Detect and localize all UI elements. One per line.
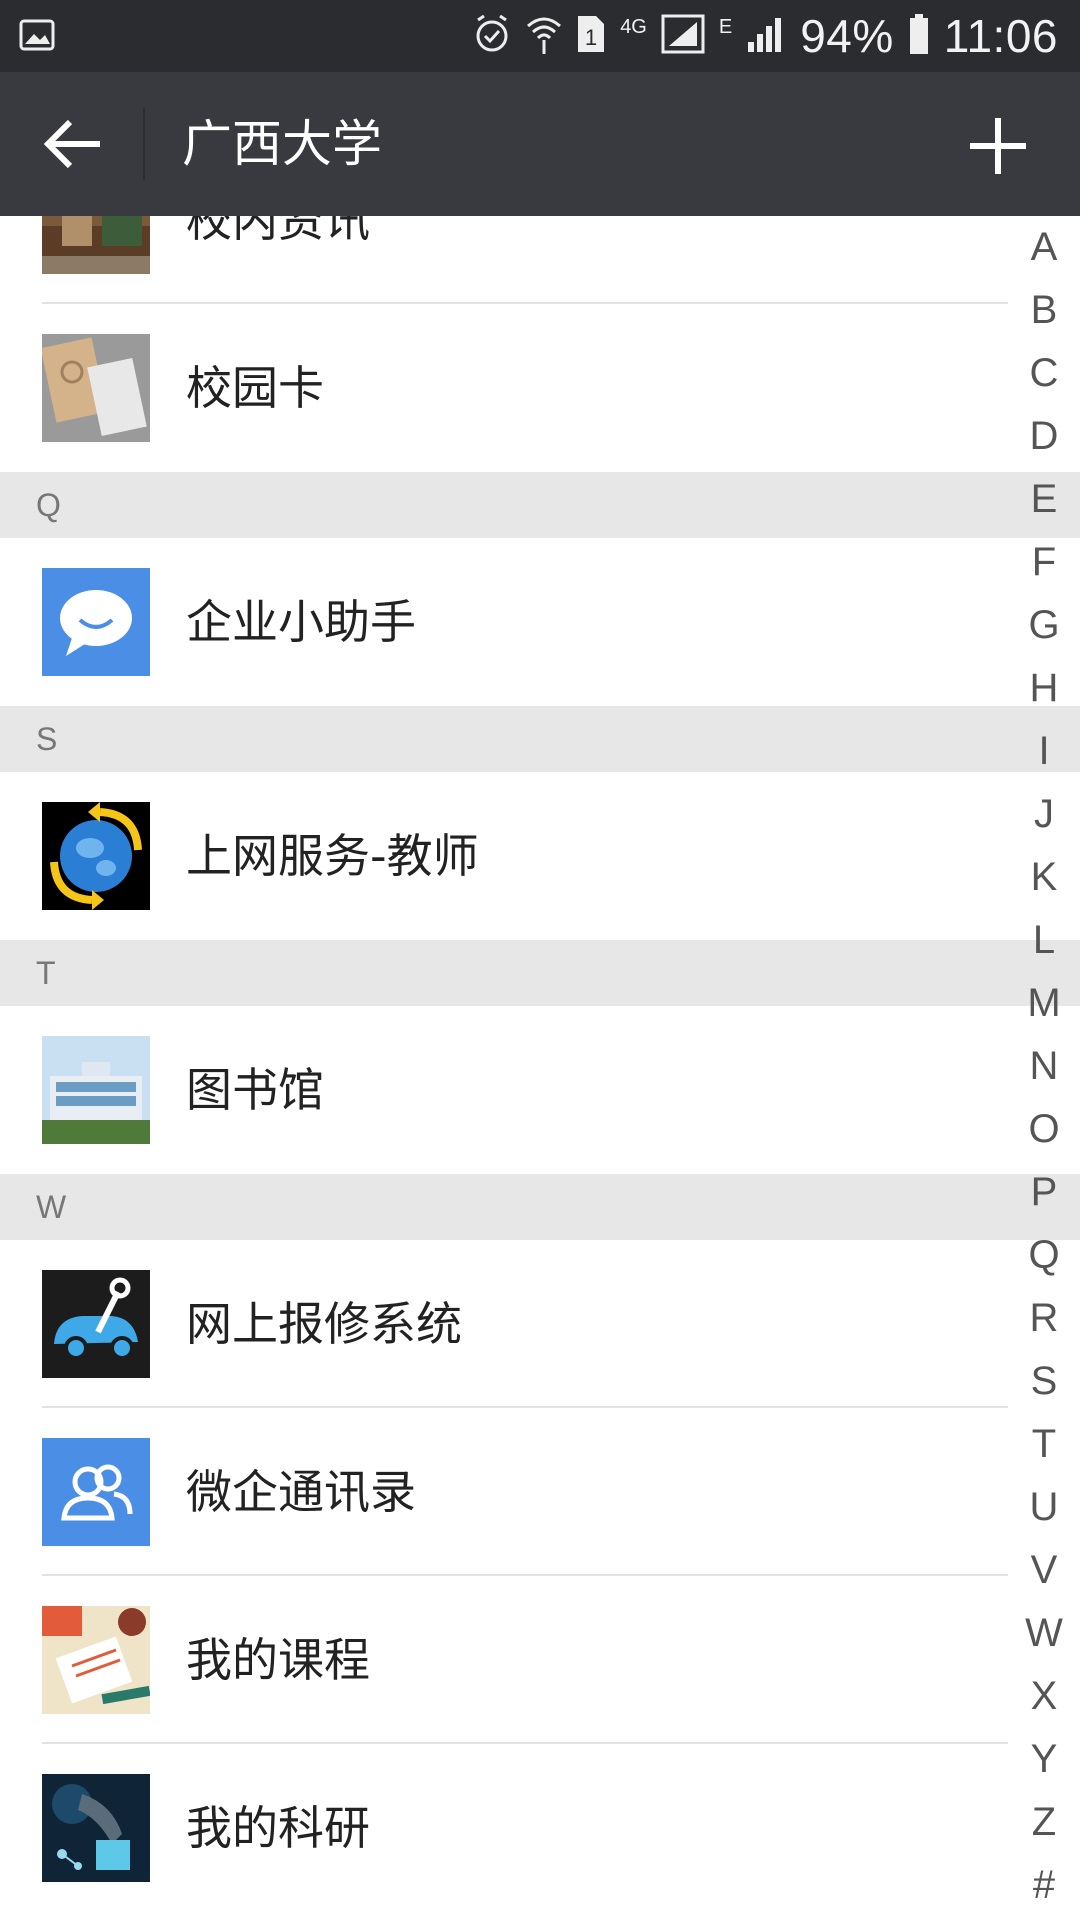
- library-avatar: [42, 1036, 150, 1144]
- contact-list: 校内资讯 校园卡 Q 企业小助手 S 上网服务-教师 T 图书馆 W 网上报修系…: [0, 216, 1080, 1920]
- network-type-label: 4G: [620, 15, 647, 38]
- list-item[interactable]: 上网服务-教师: [0, 772, 1080, 940]
- index-letter[interactable]: V: [1008, 1539, 1080, 1602]
- svg-text:1: 1: [585, 25, 597, 50]
- clock: 11:06: [943, 10, 1058, 62]
- index-letter[interactable]: O: [1008, 1098, 1080, 1161]
- index-letter[interactable]: B: [1008, 279, 1080, 342]
- contacts-icon: [42, 1438, 150, 1546]
- curriculum-avatar: [42, 1606, 150, 1714]
- plus-icon: [970, 118, 1026, 174]
- index-letter[interactable]: S: [1008, 1350, 1080, 1413]
- index-letter[interactable]: G: [1008, 594, 1080, 657]
- status-bar: 1 4G E 94% 11:06: [0, 0, 1080, 72]
- alphabet-index[interactable]: A B C D E F G H I J K L M N O P Q R S T U V W X Y Z #: [1008, 216, 1080, 1920]
- section-header: Q: [0, 472, 1080, 538]
- gallery-icon: [18, 16, 58, 60]
- alarm-icon: [472, 12, 512, 61]
- index-letter[interactable]: Z: [1008, 1791, 1080, 1854]
- index-letter[interactable]: J: [1008, 783, 1080, 846]
- section-letter: T: [36, 955, 56, 991]
- index-letter[interactable]: U: [1008, 1476, 1080, 1539]
- index-letter[interactable]: E: [1008, 468, 1080, 531]
- index-letter[interactable]: W: [1008, 1602, 1080, 1665]
- list-item-label: 校内资讯: [186, 216, 370, 247]
- list-item[interactable]: 校园卡: [0, 304, 1080, 472]
- index-letter[interactable]: K: [1008, 846, 1080, 909]
- title-divider: [143, 108, 145, 180]
- arrow-left-icon: [43, 119, 100, 169]
- index-letter[interactable]: H: [1008, 657, 1080, 720]
- wifi-icon: [526, 12, 562, 61]
- index-letter[interactable]: A: [1008, 216, 1080, 279]
- sim1-icon: 1: [576, 14, 606, 59]
- list-item-label: 企业小助手: [186, 595, 416, 649]
- list-item-label: 我的课程: [186, 1633, 370, 1687]
- list-item[interactable]: 企业小助手: [0, 538, 1080, 706]
- index-letter[interactable]: P: [1008, 1161, 1080, 1224]
- title-bar: 广西大学: [0, 72, 1080, 216]
- index-letter[interactable]: #: [1008, 1854, 1080, 1917]
- index-letter[interactable]: Y: [1008, 1728, 1080, 1791]
- list-item-label: 我的科研: [186, 1801, 370, 1855]
- index-letter[interactable]: X: [1008, 1665, 1080, 1728]
- section-header: T: [0, 940, 1080, 1006]
- section-letter: Q: [36, 487, 61, 523]
- index-letter[interactable]: M: [1008, 972, 1080, 1035]
- list-item[interactable]: 图书馆: [0, 1006, 1080, 1174]
- battery-icon: [908, 12, 930, 61]
- section-header: S: [0, 706, 1080, 772]
- list-item[interactable]: 我的课程: [0, 1576, 1080, 1744]
- back-button[interactable]: [40, 114, 110, 174]
- index-letter[interactable]: C: [1008, 342, 1080, 405]
- list-item[interactable]: 微企通讯录: [0, 1408, 1080, 1576]
- list-item[interactable]: 校内资讯: [0, 216, 1080, 304]
- chat-bubble-icon: [42, 568, 150, 676]
- research-avatar: [42, 1774, 150, 1882]
- add-button[interactable]: [968, 116, 1028, 176]
- list-item-label: 图书馆: [186, 1063, 324, 1117]
- campus-card-avatar: [42, 334, 150, 442]
- index-letter[interactable]: Q: [1008, 1224, 1080, 1287]
- page-title: 广西大学: [182, 115, 382, 173]
- index-letter[interactable]: I: [1008, 720, 1080, 783]
- index-letter[interactable]: R: [1008, 1287, 1080, 1350]
- signal-bars-icon: [746, 14, 786, 59]
- list-item-label: 微企通讯录: [186, 1465, 416, 1519]
- section-letter: W: [36, 1189, 67, 1225]
- list-item-label: 网上报修系统: [186, 1297, 462, 1351]
- globe-icon: [42, 802, 150, 910]
- index-letter[interactable]: T: [1008, 1413, 1080, 1476]
- campus-news-avatar: [42, 216, 150, 274]
- index-letter[interactable]: D: [1008, 405, 1080, 468]
- index-letter[interactable]: L: [1008, 909, 1080, 972]
- edge-label: E: [718, 15, 733, 38]
- list-item[interactable]: 我的科研: [0, 1744, 1080, 1912]
- list-item-label: 校园卡: [186, 361, 324, 415]
- repair-icon: [42, 1270, 150, 1378]
- index-letter[interactable]: N: [1008, 1035, 1080, 1098]
- list-item[interactable]: 网上报修系统: [0, 1240, 1080, 1408]
- section-header: W: [0, 1174, 1080, 1240]
- signal-icon: [661, 12, 705, 61]
- section-letter: S: [36, 721, 58, 757]
- index-letter[interactable]: F: [1008, 531, 1080, 594]
- list-item-label: 上网服务-教师: [186, 829, 479, 883]
- battery-percent: 94%: [800, 10, 894, 62]
